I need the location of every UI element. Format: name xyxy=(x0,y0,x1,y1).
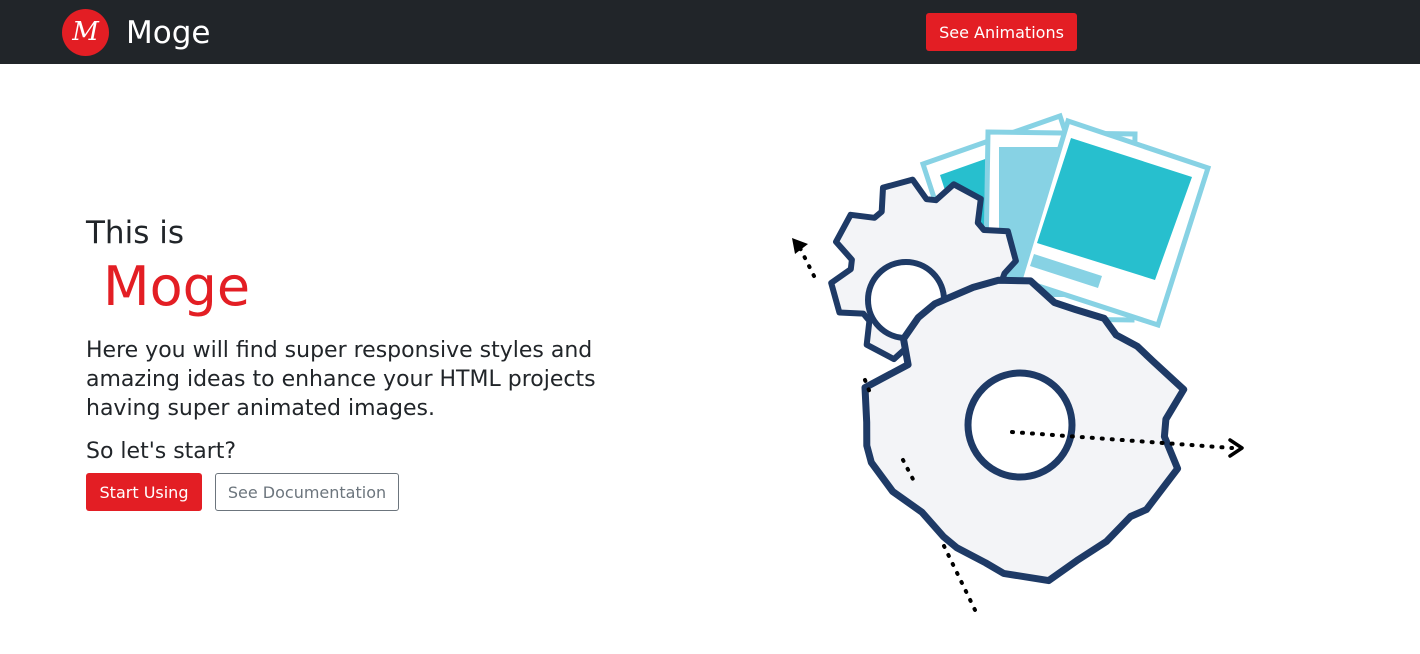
top-navbar: M Moge See Animations xyxy=(0,0,1420,64)
start-using-button[interactable]: Start Using xyxy=(86,473,202,511)
hero-pre-title: This is xyxy=(86,215,184,251)
arrow-icon xyxy=(792,238,808,254)
brand-name[interactable]: Moge xyxy=(126,14,210,52)
see-animations-button[interactable]: See Animations xyxy=(926,13,1077,51)
hero-title: Moge xyxy=(103,255,251,318)
hero-illustration xyxy=(792,112,1244,612)
see-documentation-button[interactable]: See Documentation xyxy=(215,473,399,511)
gear-icon xyxy=(861,276,1188,585)
logo-icon[interactable]: M xyxy=(62,9,109,56)
hero-prompt: So let's start? xyxy=(86,439,237,464)
hero-description: Here you will find super responsive styl… xyxy=(86,338,596,421)
